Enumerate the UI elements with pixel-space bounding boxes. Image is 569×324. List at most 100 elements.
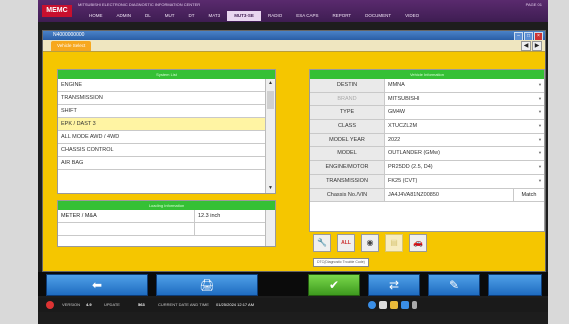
info-value[interactable]: FK25 (CVT): [385, 175, 536, 188]
scroll-up-icon[interactable]: ▲: [266, 79, 275, 88]
param-row[interactable]: [58, 223, 266, 236]
app-frame: MEMC MITSUBISHI ELECTRONIC DIAGNOSTIC IN…: [38, 0, 548, 324]
info-value[interactable]: OUTLANDER (GMw): [385, 147, 536, 160]
info-label: TYPE: [310, 106, 385, 120]
system-list-item[interactable]: ALL MODE AWD / 4WD: [58, 131, 266, 144]
param-name: [58, 223, 195, 235]
info-value[interactable]: MITSUBISHI: [385, 93, 536, 106]
info-value[interactable]: MMNA: [385, 79, 536, 92]
ok-button[interactable]: ✔: [308, 274, 360, 296]
tab-vehicle-select[interactable]: Vehicle Select: [51, 41, 92, 51]
menu-item-radio[interactable]: RADIO: [261, 11, 289, 21]
system-list-header: System List: [58, 70, 275, 79]
vehicle-info-row[interactable]: DESTIN MMNA ▼: [310, 79, 544, 93]
chevron-down-icon[interactable]: ▼: [536, 106, 544, 119]
chevron-down-icon[interactable]: ▼: [536, 79, 544, 92]
tab-next-button[interactable]: ▶: [532, 41, 542, 51]
update-label: UPDATE: [104, 302, 120, 307]
menu-item-admin[interactable]: ADMIN: [110, 11, 139, 21]
info-label: BRAND: [310, 92, 385, 106]
info-label: CLASS: [310, 120, 385, 133]
app-title: MITSUBISHI ELECTRONIC DIAGNOSTIC INFORMA…: [78, 2, 201, 7]
system-list-scrollbar[interactable]: ▲ ▼: [265, 79, 275, 193]
vehicle-info-row[interactable]: MODEL YEAR 2022 ▼: [310, 133, 544, 148]
info-value[interactable]: PR25DD (2.5, D4): [385, 161, 536, 174]
vehicle-info-row[interactable]: Chassis No./VIN JA4J4VA81NZ00850 Match: [310, 188, 544, 203]
menu-item-mut3-se[interactable]: MUT3-SE: [227, 11, 261, 21]
all-dtc-icon[interactable]: ALL: [337, 234, 355, 252]
status-bar: VERSION 4.9 UPDATE 563 CURRENT DATE AND …: [38, 298, 548, 312]
menu-item-video[interactable]: VIDEO: [398, 11, 426, 21]
version-label: VERSION: [62, 302, 81, 307]
info-value[interactable]: 2022: [385, 134, 536, 147]
compare-button[interactable]: ⇄: [368, 274, 420, 296]
scroll-thumb[interactable]: [267, 91, 274, 109]
system-list-item[interactable]: AIR BAG: [58, 157, 266, 170]
page-indicator: PAGE 01: [525, 2, 542, 7]
erase-button[interactable]: ✎: [428, 274, 480, 296]
back-button[interactable]: ⬅: [46, 274, 148, 296]
info-value[interactable]: XTUCZL2M: [385, 120, 536, 133]
menu-item-report[interactable]: REPORT: [325, 11, 358, 21]
menu-item-mut[interactable]: MUT: [158, 11, 182, 21]
update-value: 563: [138, 302, 145, 307]
system-list-item[interactable]: SHIFT: [58, 105, 266, 118]
memc-logo: MEMC: [42, 5, 72, 17]
vehicle-tool-icon[interactable]: 🔧: [313, 234, 331, 252]
system-list-item[interactable]: ENGINE: [58, 79, 266, 92]
diagnostic-window: N4000000000 – □ × Vehicle Select ◀ ▶ Sys…: [42, 30, 546, 272]
menu-item-home[interactable]: HOME: [82, 11, 110, 21]
match-button[interactable]: Match: [513, 188, 544, 202]
loading-info-header: Loading Information: [58, 201, 275, 210]
info-label: MODEL: [310, 147, 385, 161]
network-icon[interactable]: [401, 301, 409, 309]
tab-bar: Vehicle Select ◀ ▶: [43, 40, 545, 52]
vehicle-info-row[interactable]: CLASS XTUCZL2M ▼: [310, 120, 544, 134]
disabled-tool-icon: ▤: [385, 234, 403, 252]
menu-item-mat3[interactable]: MAT3: [202, 11, 228, 21]
settings-icon[interactable]: [379, 301, 387, 309]
car-info-icon[interactable]: 🚗: [409, 234, 427, 252]
main-menu: HOME ADMIN DL MUT DT MAT3 MUT3-SE RADIO ESA CAPS…: [82, 11, 426, 21]
system-list-item[interactable]: TRANSMISSION: [58, 92, 266, 105]
chevron-down-icon[interactable]: ▼: [536, 120, 544, 133]
help-icon[interactable]: [368, 301, 376, 309]
param-row[interactable]: METER / M&A 12.3 inch: [58, 210, 266, 223]
tab-prev-button[interactable]: ◀: [521, 41, 531, 51]
window-title: N4000000000: [53, 32, 85, 38]
chevron-down-icon[interactable]: ▼: [536, 93, 544, 106]
window-titlebar: N4000000000 – □ ×: [43, 31, 545, 41]
folder-icon[interactable]: [390, 301, 398, 309]
system-list: ENGINE TRANSMISSION SHIFT EPK / DAST 3 ALL M…: [58, 79, 266, 170]
menu-item-dt[interactable]: DT: [182, 11, 202, 21]
blank-button[interactable]: [488, 274, 542, 296]
info-label: Chassis No./VIN: [310, 188, 385, 202]
chevron-down-icon[interactable]: ▼: [536, 161, 544, 174]
vehicle-info-row[interactable]: TRANSMISSION FK25 (CVT) ▼: [310, 174, 544, 189]
record-icon[interactable]: ◉: [361, 234, 379, 252]
menu-item-esa-caps[interactable]: ESA CAPS: [289, 11, 325, 21]
info-value[interactable]: JA4J4VA81NZ00850: [385, 189, 513, 202]
menu-item-dl[interactable]: DL: [138, 11, 158, 21]
info-label: DESTIN: [310, 79, 385, 92]
system-list-item[interactable]: CHASSIS CONTROL: [58, 144, 266, 157]
system-list-item[interactable]: EPK / DAST 3: [58, 118, 266, 131]
vehicle-info-row[interactable]: BRAND MITSUBISHI ▼: [310, 92, 544, 107]
system-list-panel: System List ENGINE TRANSMISSION SHIFT EPK /…: [57, 69, 276, 194]
vehicle-info-row[interactable]: ENGINE/MOTOR PR25DD (2.5, D4) ▼: [310, 161, 544, 175]
info-label: ENGINE/MOTOR: [310, 161, 385, 174]
chevron-down-icon[interactable]: ▼: [536, 147, 544, 160]
param-value: [195, 223, 266, 235]
vehicle-info-rows: DESTIN MMNA ▼ BRAND MITSUBISHI ▼ TYPE GM4W ▼ CLAS…: [310, 79, 544, 203]
print-button[interactable]: 🖨: [156, 274, 258, 296]
vehicle-info-row[interactable]: MODEL OUTLANDER (GMw) ▼: [310, 147, 544, 162]
menu-item-document[interactable]: DOCUMENT: [358, 11, 398, 21]
loading-info-scrollbar[interactable]: [265, 210, 275, 246]
power-icon[interactable]: [46, 301, 54, 309]
scroll-down-icon[interactable]: ▼: [266, 184, 275, 193]
info-value[interactable]: GM4W: [385, 106, 536, 119]
vehicle-info-row[interactable]: TYPE GM4W ▼: [310, 106, 544, 121]
chevron-down-icon[interactable]: ▼: [536, 134, 544, 147]
param-value: 12.3 inch: [198, 213, 221, 219]
chevron-down-icon[interactable]: ▼: [536, 175, 544, 188]
